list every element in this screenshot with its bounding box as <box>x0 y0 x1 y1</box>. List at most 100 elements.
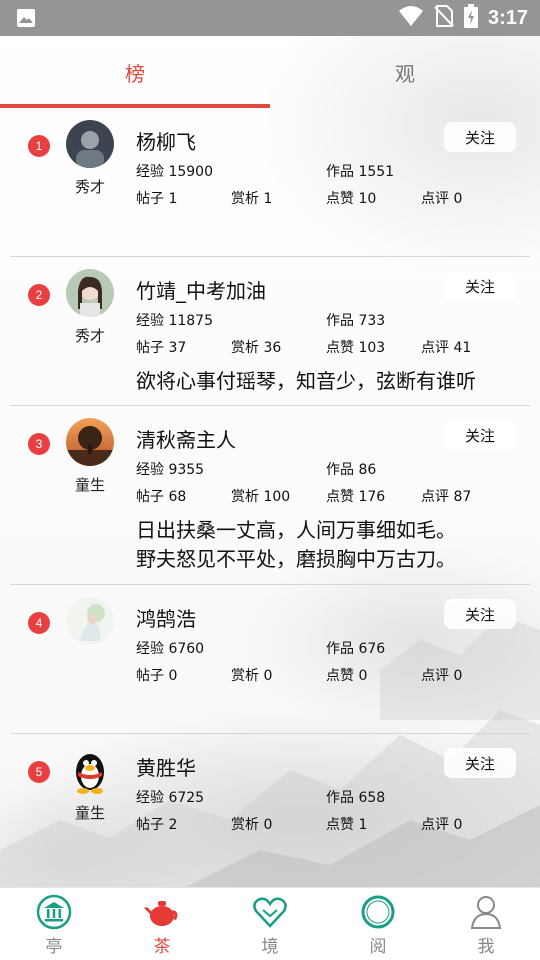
rank-badge: 5 <box>28 761 50 783</box>
list-item[interactable]: 5 童生 黄胜华 关注 经验 6725 作品 658 帖子 2 赏析 0 点赞 … <box>0 734 540 883</box>
follow-button[interactable]: 关注 <box>444 122 516 152</box>
user-signature: 欲将心事付瑶琴，知音少，弦断有谁听 <box>136 367 476 396</box>
stat-posts-label: 帖子 <box>136 191 164 207</box>
stat-posts-label: 帖子 <box>136 668 164 684</box>
avatar[interactable] <box>66 418 114 466</box>
stat-works: 作品 733 <box>326 310 385 330</box>
stat-appreciation: 赏析 0 <box>231 665 272 685</box>
stat-works: 作品 658 <box>326 787 385 807</box>
stat-posts-label: 帖子 <box>136 489 164 505</box>
nav-label: 茶 <box>153 937 171 957</box>
tab-view-label: 观 <box>395 61 415 86</box>
list-item[interactable]: 4 鸿鹄浩 关注 经验 6760 作品 676 帖子 0 赏析 0 点赞 0 点… <box>0 585 540 734</box>
nav-item-tea[interactable]: 茶 <box>108 888 216 960</box>
nav-item-pavilion[interactable]: 亭 <box>0 888 108 960</box>
stat-comments-label: 点评 <box>421 817 449 833</box>
list-item[interactable]: 1 秀才 杨柳飞 关注 经验 15900 作品 1551 帖子 1 赏析 1 点… <box>0 108 540 257</box>
stat-posts: 帖子 1 <box>136 188 177 208</box>
stat-comments: 点评 0 <box>421 665 462 685</box>
stat-experience: 经验 11875 <box>136 310 213 330</box>
user-name[interactable]: 黄胜华 <box>136 752 196 781</box>
battery-charging-icon <box>463 4 478 32</box>
follow-button[interactable]: 关注 <box>444 748 516 778</box>
stat-appreciation-label: 赏析 <box>231 489 259 505</box>
list-item[interactable]: 2 秀才 竹靖_中考加油 关注 经验 11875 作品 733 帖子 37 赏析… <box>0 257 540 406</box>
stat-posts-value: 1 <box>168 191 178 207</box>
stat-comments-label: 点评 <box>421 489 449 505</box>
stat-appreciation: 赏析 1 <box>231 188 272 208</box>
avatar[interactable] <box>66 120 114 168</box>
stat-posts: 帖子 68 <box>136 486 186 506</box>
avatar[interactable] <box>66 597 114 645</box>
stat-experience-value: 6760 <box>168 641 205 657</box>
bottom-nav: 亭 茶 境 阅 我 <box>0 887 540 960</box>
nav-label: 境 <box>261 937 279 957</box>
stat-likes-value: 10 <box>358 191 377 207</box>
stat-works: 作品 86 <box>326 459 376 479</box>
rank-badge: 3 <box>28 433 50 455</box>
wifi-icon <box>398 5 424 31</box>
user-name[interactable]: 杨柳飞 <box>136 126 196 155</box>
user-name[interactable]: 鸿鹄浩 <box>136 603 196 632</box>
tab-view[interactable]: 观 <box>270 36 540 108</box>
stat-posts-label: 帖子 <box>136 340 164 356</box>
heart-icon <box>252 894 288 930</box>
stat-likes: 点赞 176 <box>326 486 385 506</box>
stat-experience-value: 6725 <box>168 790 205 806</box>
rank-badge: 2 <box>28 284 50 306</box>
qq-penguin-avatar[interactable] <box>66 746 114 794</box>
stat-comments-label: 点评 <box>421 191 449 207</box>
stat-comments-label: 点评 <box>421 668 449 684</box>
stat-experience: 经验 6725 <box>136 787 204 807</box>
stat-works-label: 作品 <box>326 164 354 180</box>
stat-appreciation-label: 赏析 <box>231 340 259 356</box>
stat-works-value: 1551 <box>358 164 395 180</box>
stat-likes-label: 点赞 <box>326 340 354 356</box>
tab-bar: 榜 观 <box>0 36 540 108</box>
stat-likes-value: 176 <box>358 489 386 505</box>
stat-experience: 经验 6760 <box>136 638 204 658</box>
stat-works-value: 676 <box>358 641 386 657</box>
follow-button[interactable]: 关注 <box>444 420 516 450</box>
stat-appreciation: 赏析 36 <box>231 337 281 357</box>
signature-line: 欲将心事付瑶琴，知音少，弦断有谁听 <box>136 369 476 393</box>
stat-likes-value: 103 <box>358 340 386 356</box>
stat-posts-label: 帖子 <box>136 817 164 833</box>
stat-likes: 点赞 10 <box>326 188 376 208</box>
stat-comments: 点评 0 <box>421 814 462 834</box>
stat-appreciation-label: 赏析 <box>231 668 259 684</box>
stat-works: 作品 676 <box>326 638 385 658</box>
stat-posts: 帖子 37 <box>136 337 186 357</box>
stat-experience-value: 9355 <box>168 462 205 478</box>
stat-comments-value: 0 <box>453 668 463 684</box>
user-level: 秀才 <box>74 178 105 196</box>
stat-experience: 经验 9355 <box>136 459 204 479</box>
user-name[interactable]: 清秋斋主人 <box>136 424 236 453</box>
stat-posts-value: 2 <box>168 817 178 833</box>
tab-ranking[interactable]: 榜 <box>0 36 270 108</box>
stat-works-value: 658 <box>358 790 386 806</box>
nav-item-realm[interactable]: 境 <box>216 888 324 960</box>
stat-likes-value: 0 <box>358 668 368 684</box>
stat-experience: 经验 15900 <box>136 161 213 181</box>
stat-likes-value: 1 <box>358 817 368 833</box>
stat-appreciation-value: 1 <box>263 191 273 207</box>
stat-appreciation-value: 100 <box>263 489 291 505</box>
user-signature: 日出扶桑一丈高，人间万事细如毛。 野夫怒见不平处，磨损胸中万古刀。 <box>136 516 456 574</box>
nav-item-read[interactable]: 阅 <box>324 888 432 960</box>
status-time: 3:17 <box>487 6 528 29</box>
user-name[interactable]: 竹靖_中考加油 <box>136 275 266 304</box>
stat-works-value: 733 <box>358 313 386 329</box>
stat-experience-value: 11875 <box>168 313 213 329</box>
nav-item-me[interactable]: 我 <box>432 888 540 960</box>
list-item[interactable]: 3 童生 清秋斋主人 关注 经验 9355 作品 86 帖子 68 赏析 100… <box>0 406 540 585</box>
person-icon <box>468 894 504 930</box>
stat-appreciation: 赏析 0 <box>231 814 272 834</box>
signature-line: 野夫怒见不平处，磨损胸中万古刀。 <box>136 547 456 571</box>
follow-button[interactable]: 关注 <box>444 271 516 301</box>
stat-appreciation-value: 0 <box>263 817 273 833</box>
avatar[interactable] <box>66 269 114 317</box>
stat-works-value: 86 <box>358 462 377 478</box>
follow-button[interactable]: 关注 <box>444 599 516 629</box>
stat-works-label: 作品 <box>326 790 354 806</box>
